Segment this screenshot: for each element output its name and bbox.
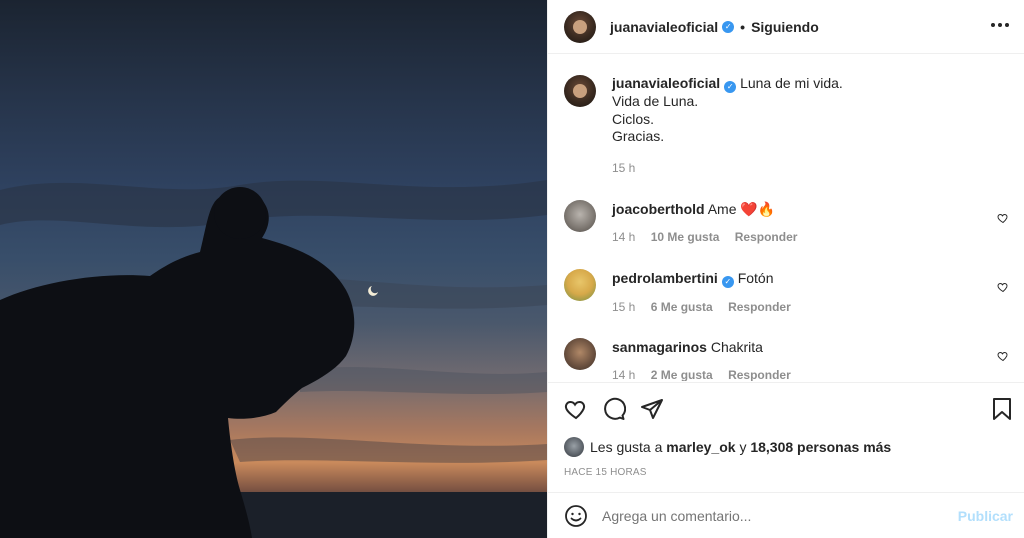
comment-likes[interactable]: 10 Me gusta xyxy=(651,230,720,244)
comment-like-icon[interactable] xyxy=(997,281,1009,293)
comment-time[interactable]: 14 h xyxy=(612,368,635,381)
comment-text: Chakrita xyxy=(710,339,763,355)
comment-input[interactable] xyxy=(602,507,958,524)
author-username[interactable]: juanavialeoficial xyxy=(610,19,718,35)
heart-icon[interactable] xyxy=(564,397,588,421)
likes-prefix: Les gusta a xyxy=(590,439,663,455)
post-header: juanavialeoficial ✓ • Siguiendo xyxy=(548,0,1024,54)
caption-line: Luna de mi vida. xyxy=(740,75,843,91)
comment-icon[interactable] xyxy=(602,397,626,421)
commenter-username[interactable]: sanmagarinos xyxy=(612,339,707,355)
comment-text: Ame xyxy=(707,201,737,217)
author-avatar[interactable] xyxy=(564,10,596,43)
publish-button[interactable]: Publicar xyxy=(958,508,1013,524)
add-comment-bar: Publicar xyxy=(548,492,1024,538)
verified-icon: ✓ xyxy=(724,81,737,93)
caption-line: Gracias. xyxy=(612,128,665,144)
post-caption: juanavialeoficial ✓ Luna de mi vida. Vida… xyxy=(564,75,843,177)
post-panel: juanavialeoficial ✓ • Siguiendo juanavia… xyxy=(547,0,1024,538)
comment-item: sanmagarinos Chakrita 14 h 2 Me gusta Re… xyxy=(564,338,1009,381)
silhouette-image xyxy=(0,180,547,538)
reply-button[interactable]: Responder xyxy=(728,300,791,314)
commenter-avatar[interactable] xyxy=(564,338,596,370)
comment-likes[interactable]: 6 Me gusta xyxy=(651,300,713,314)
likes-connector: y xyxy=(739,439,747,455)
caption-line: Vida de Luna. xyxy=(612,93,699,109)
comment-item: pedrolambertini ✓ Fotón 15 h 6 Me gusta R… xyxy=(564,269,1009,314)
likes-count[interactable]: 18,308 personas más xyxy=(750,439,891,455)
likes-summary[interactable]: Les gusta a marley_ok y 18,308 personas … xyxy=(564,437,891,457)
emoji-icon[interactable] xyxy=(564,504,588,528)
comment-likes[interactable]: 2 Me gusta xyxy=(651,368,713,381)
post-photo[interactable] xyxy=(0,0,547,538)
reply-button[interactable]: Responder xyxy=(735,230,798,244)
commenter-username[interactable]: pedrolambertini xyxy=(612,270,718,286)
comment-text: Fotón xyxy=(737,270,774,286)
caption-line: Ciclos. xyxy=(612,110,655,127)
caption-username[interactable]: juanavialeoficial xyxy=(612,75,720,91)
comment-time[interactable]: 14 h xyxy=(612,230,635,244)
separator-dot: • xyxy=(740,18,746,35)
commenter-avatar[interactable] xyxy=(564,269,596,301)
more-options-icon[interactable] xyxy=(991,16,1009,34)
verified-icon: ✓ xyxy=(721,276,734,288)
comments-list[interactable]: juanavialeoficial ✓ Luna de mi vida. Vida… xyxy=(548,55,1024,381)
commenter-avatar[interactable] xyxy=(564,200,596,232)
share-icon[interactable] xyxy=(640,397,664,421)
comment-time[interactable]: 15 h xyxy=(612,300,635,314)
caption-time[interactable]: 15 h xyxy=(612,160,843,178)
reply-button[interactable]: Responder xyxy=(728,368,791,381)
comment-item: joacoberthold Ame ❤️🔥 14 h 10 Me gusta R… xyxy=(564,200,1009,244)
commenter-username[interactable]: joacoberthold xyxy=(612,201,705,217)
liker-avatar xyxy=(564,437,584,457)
bookmark-icon[interactable] xyxy=(991,397,1013,421)
comment-like-icon[interactable] xyxy=(997,212,1009,224)
comment-like-icon[interactable] xyxy=(997,350,1009,362)
verified-icon: ✓ xyxy=(722,20,735,33)
post-actions: Les gusta a marley_ok y 18,308 personas … xyxy=(548,382,1024,492)
liker-username[interactable]: marley_ok xyxy=(666,439,735,455)
caption-avatar[interactable] xyxy=(564,75,596,107)
comment-emojis: ❤️🔥 xyxy=(740,201,776,217)
posted-ago[interactable]: HACE 15 HORAS xyxy=(564,467,647,478)
following-button[interactable]: Siguiendo xyxy=(751,19,819,35)
